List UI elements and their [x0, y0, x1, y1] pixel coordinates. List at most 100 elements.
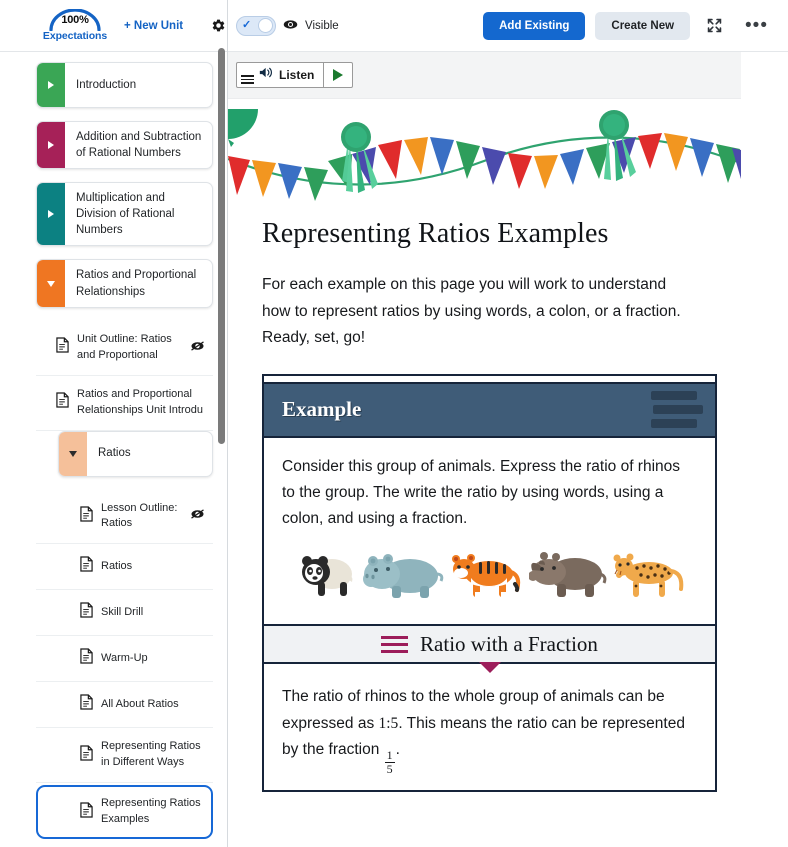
chevron-down-icon [69, 450, 77, 457]
intro-paragraph: For each example on this page you will w… [262, 276, 681, 347]
tiger-icon [451, 548, 523, 600]
fraction-paragraph: The ratio of rhinos to the whole group o… [282, 684, 697, 776]
eye-icon [283, 17, 298, 35]
cheetah-icon [613, 548, 685, 600]
document-icon [56, 337, 69, 358]
check-icon: ✓ [242, 19, 252, 31]
ellipsis-glyph: ••• [745, 14, 768, 36]
fraction-section-title: Ratio with a Fraction [420, 631, 598, 656]
sidebar-page-ratios[interactable]: Ratios [36, 544, 213, 591]
sidebar-page-label: Ratios [101, 559, 133, 572]
sidebar-scrollbar-thumb[interactable] [218, 48, 225, 444]
sidebar-page-representing-ratios-different-ways[interactable]: Representing Ratios in Different Ways [36, 728, 213, 784]
animal-illustration-row [282, 532, 697, 614]
sidebar-page-label: Representing Ratios in Different Ways [101, 740, 201, 769]
fraction-denominator: 5 [386, 761, 393, 776]
sidebar-page-all-about-ratios[interactable]: All About Ratios [36, 682, 213, 729]
sidebar-page-warm-up[interactable]: Warm-Up [36, 636, 213, 683]
visible-toggle[interactable]: ✓ [236, 15, 276, 36]
chevron-right-icon [48, 210, 54, 219]
unit-label: Ratios and Proportional Relationships [76, 269, 197, 298]
hamburger-icon[interactable] [381, 635, 409, 653]
unit-label: Multiplication and Division of Rational … [76, 192, 175, 237]
sidebar-unit-introduction[interactable]: Introduction [36, 62, 213, 108]
document-icon [80, 802, 93, 823]
play-triangle [333, 69, 344, 81]
content-pane: ✓ Visible Add Existing Create New ••• Li… [228, 0, 788, 847]
inline-fraction: 15 [384, 748, 395, 776]
example-heading: Example [282, 397, 362, 422]
logo-word: Expectations [42, 30, 108, 42]
document-right-gutter [741, 52, 788, 847]
fraction-numerator: 1 [384, 748, 395, 763]
sidebar-page-unit-outline[interactable]: Unit Outline: Ratios and Proportional Re… [36, 321, 213, 376]
content-toolbar: ✓ Visible Add Existing Create New ••• [228, 0, 788, 52]
sidebar-page-practice-what-youve-learned-1[interactable]: Practice What You've Learned 1 [36, 841, 213, 847]
expand-icon[interactable] [700, 13, 729, 38]
unit-collapse-toggle[interactable] [37, 260, 65, 307]
sidebar-page-label: Ratios and Proportional Relationships Un… [77, 387, 203, 416]
sidebar-scrollbar[interactable] [218, 46, 225, 843]
unit-expand-toggle[interactable] [37, 63, 65, 107]
chevron-right-icon [48, 141, 54, 150]
bunting-banner [228, 99, 741, 204]
sidebar-unit-multiplication-division[interactable]: Multiplication and Division of Rational … [36, 182, 213, 247]
document-icon [80, 506, 93, 527]
panda-icon [294, 548, 356, 600]
example-menu-icon[interactable] [651, 391, 703, 429]
chevron-right-icon [48, 81, 54, 89]
sidebar-page-lesson-outline[interactable]: Lesson Outline: Ratios [36, 490, 213, 545]
sidebar-nav-list[interactable]: Introduction Addition and Subtraction of… [0, 52, 227, 847]
visibility-control[interactable]: ✓ Visible [236, 15, 339, 36]
logo-percent: 100% [61, 14, 89, 26]
unit-label: Introduction [76, 78, 137, 91]
sidebar-page-label: Representing Ratios Examples [101, 797, 201, 826]
sidebar-header: 100% Expectations + New Unit [0, 0, 227, 52]
listen-label: Listen [279, 68, 315, 82]
sidebar-page-label: Skill Drill [101, 605, 144, 618]
eye-slash-icon[interactable] [190, 339, 205, 357]
create-new-button[interactable]: Create New [595, 11, 691, 40]
sidebar: 100% Expectations + New Unit Introductio… [0, 0, 228, 847]
sidebar-page-representing-ratios-examples[interactable]: Representing Ratios Examples [36, 785, 213, 840]
page-title: Representing Ratios Examples [262, 218, 609, 249]
listen-toolbar: Listen [228, 52, 741, 99]
document-icon [56, 392, 69, 413]
example-body: Consider this group of animals. Express … [264, 438, 715, 624]
ratio-value: 1:5 [378, 714, 399, 732]
example-card: Example Consider this group of animals. … [262, 373, 717, 792]
expectations-logo[interactable]: 100% Expectations [42, 9, 108, 42]
rhino-icon [528, 548, 607, 600]
toggle-knob [258, 18, 273, 33]
sidebar-page-skill-drill[interactable]: Skill Drill [36, 590, 213, 637]
new-unit-button[interactable]: + New Unit [124, 20, 183, 32]
eye-slash-icon[interactable] [190, 507, 205, 525]
sidebar-unit-addition-subtraction[interactable]: Addition and Subtraction of Rational Num… [36, 121, 213, 170]
unit-expand-toggle[interactable] [37, 183, 65, 246]
fraction-text-after: . [395, 741, 400, 759]
listen-widget[interactable]: Listen [236, 62, 354, 88]
sidebar-unit-ratios-proportional[interactable]: Ratios and Proportional Relationships [36, 259, 213, 308]
unit-expand-toggle[interactable] [37, 122, 65, 169]
sidebar-page-unit-introduction[interactable]: Ratios and Proportional Relationships Un… [36, 376, 213, 431]
fraction-section-body: The ratio of rhinos to the whole group o… [264, 664, 715, 790]
triangle-down-icon [478, 662, 501, 674]
sidebar-lesson-ratios[interactable]: Ratios [58, 430, 213, 477]
example-prompt: Consider this group of animals. Express … [282, 457, 681, 528]
gear-icon[interactable] [211, 18, 226, 33]
add-existing-button[interactable]: Add Existing [483, 11, 586, 40]
article-body: Representing Ratios Examples For each ex… [228, 218, 788, 792]
lesson-collapse-toggle[interactable] [59, 431, 87, 476]
drag-handle-icon[interactable] [241, 75, 254, 87]
play-icon[interactable] [323, 63, 352, 87]
sidebar-page-label: Unit Outline: Ratios and Proportional Re… [77, 332, 172, 361]
sidebar-page-label: All About Ratios [101, 697, 179, 710]
unit-label: Addition and Subtraction of Rational Num… [76, 131, 202, 160]
visible-label: Visible [305, 19, 339, 32]
listen-button[interactable]: Listen [237, 63, 323, 87]
logo-arc-icon: 100% [47, 9, 103, 31]
lesson-label: Ratios [98, 447, 131, 460]
article-content: Representing Ratios Examples For each ex… [228, 99, 788, 847]
ellipsis-icon[interactable]: ••• [739, 14, 774, 36]
document-icon [80, 648, 93, 669]
